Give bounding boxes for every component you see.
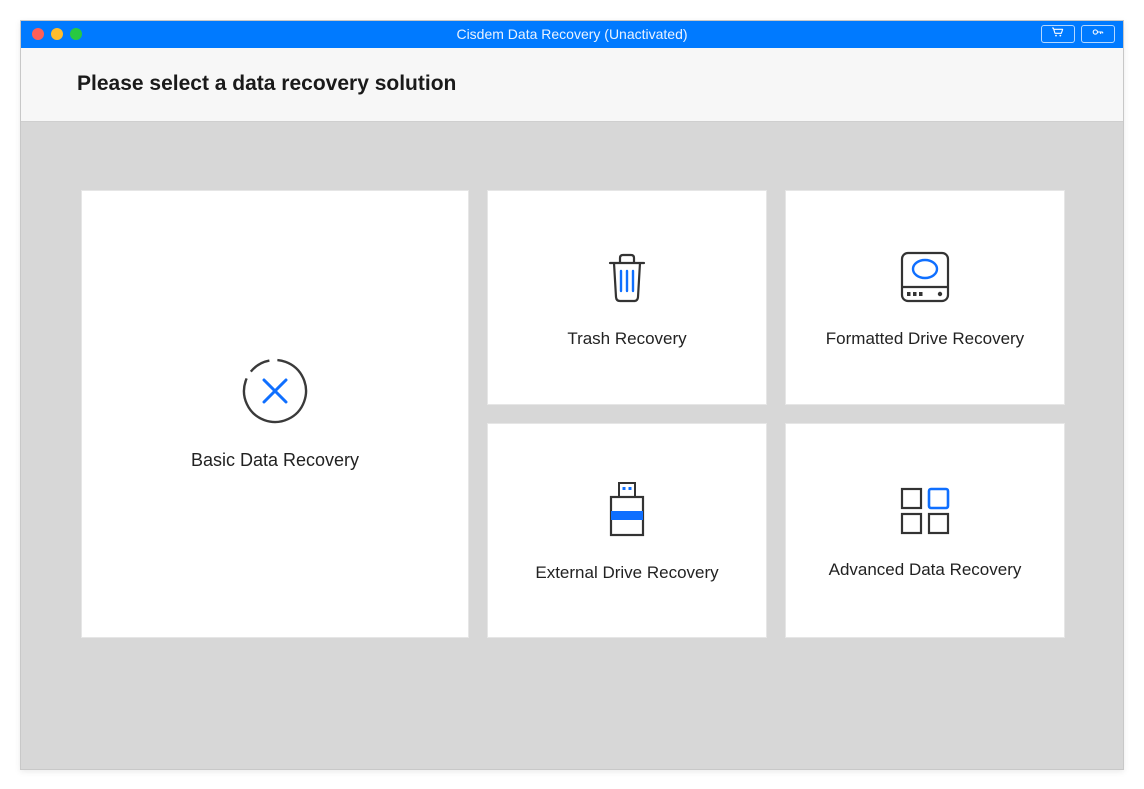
basic-data-recovery-card[interactable]: Basic Data Recovery xyxy=(81,190,469,638)
trash-icon xyxy=(598,245,656,309)
usb-drive-icon xyxy=(599,477,655,543)
basic-recovery-label: Basic Data Recovery xyxy=(191,450,359,471)
formatted-drive-recovery-card[interactable]: Formatted Drive Recovery xyxy=(785,190,1065,405)
formatted-recovery-label: Formatted Drive Recovery xyxy=(826,329,1024,349)
key-button[interactable] xyxy=(1081,25,1115,43)
cart-icon xyxy=(1050,25,1066,43)
key-icon xyxy=(1090,25,1106,43)
recovery-options-grid: Basic Data Recovery Trash Recovery xyxy=(21,122,1123,769)
drive-icon xyxy=(892,245,958,309)
close-window-button[interactable] xyxy=(32,28,44,40)
external-recovery-label: External Drive Recovery xyxy=(535,563,718,583)
trash-recovery-card[interactable]: Trash Recovery xyxy=(487,190,767,405)
external-drive-recovery-card[interactable]: External Drive Recovery xyxy=(487,423,767,638)
advanced-data-recovery-card[interactable]: Advanced Data Recovery xyxy=(785,423,1065,638)
window-controls xyxy=(21,28,82,40)
titlebar-actions xyxy=(1041,25,1115,43)
cart-button[interactable] xyxy=(1041,25,1075,43)
basic-recovery-icon xyxy=(240,356,310,426)
advanced-grid-icon xyxy=(893,480,957,540)
window-title: Cisdem Data Recovery (Unactivated) xyxy=(456,26,687,42)
page-heading: Please select a data recovery solution xyxy=(77,72,456,96)
header-bar: Please select a data recovery solution xyxy=(21,48,1123,122)
app-window: Cisdem Data Recovery (Unactivated) xyxy=(20,20,1124,770)
titlebar: Cisdem Data Recovery (Unactivated) xyxy=(21,21,1123,48)
zoom-window-button[interactable] xyxy=(70,28,82,40)
minimize-window-button[interactable] xyxy=(51,28,63,40)
trash-recovery-label: Trash Recovery xyxy=(567,329,686,349)
advanced-recovery-label: Advanced Data Recovery xyxy=(829,560,1022,580)
